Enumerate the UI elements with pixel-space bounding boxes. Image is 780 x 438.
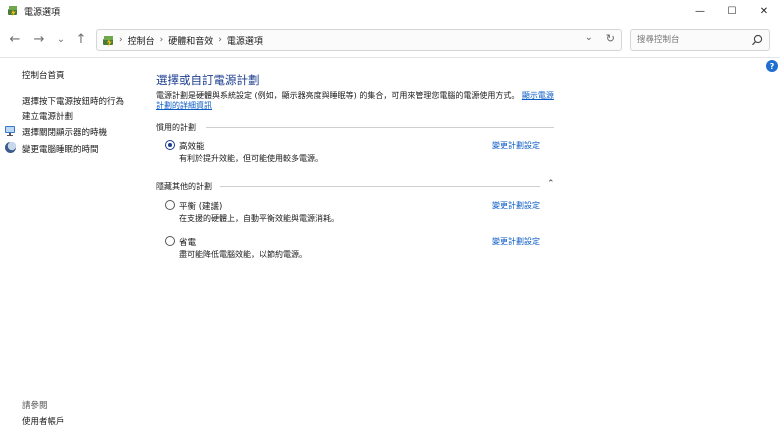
sidebar-link-create-plan[interactable]: 建立電源計劃 — [22, 110, 73, 122]
search-icon[interactable] — [751, 33, 763, 47]
forward-button[interactable]: → — [30, 30, 48, 48]
plan-description: 在支援的硬體上，自動平衡效能與電源消耗。 — [179, 214, 339, 223]
page-description: 電源計劃是硬體與系統設定 (例如，顯示器亮度與睡眠等) 的集合，可用來管理您電腦… — [156, 91, 556, 111]
help-button[interactable]: ? — [766, 60, 778, 72]
plan-radio[interactable] — [165, 236, 175, 246]
see-also-heading: 請參閱 — [22, 401, 48, 411]
plan-description: 盡可能降低電腦效能，以節約電源。 — [179, 250, 307, 259]
control-panel-icon — [103, 36, 113, 47]
plan-radio-selected[interactable] — [165, 140, 175, 150]
change-plan-settings-link[interactable]: 變更計劃設定 — [492, 236, 540, 247]
sidebar-link-power-button[interactable]: 選擇按下電源按鈕時的行為 — [22, 95, 124, 107]
window-title: 電源選項 — [24, 8, 61, 18]
title-bar: 電源選項 — ☐ ✕ — [0, 0, 780, 22]
navigation-bar: ← → ⌄ ↑ › 控制台 › 硬體和音效 › 電源選項 ⌄ ↻ — [0, 22, 780, 58]
change-plan-settings-link[interactable]: 變更計劃設定 — [492, 200, 540, 211]
close-button[interactable]: ✕ — [748, 0, 780, 22]
address-dropdown-icon[interactable]: ⌄ — [585, 32, 593, 43]
sidebar-link-display-off[interactable]: 選擇關閉顯示器的時機 — [22, 126, 107, 138]
sidebar-link-sleep[interactable]: 變更電腦睡眠的時間 — [22, 143, 99, 155]
preferred-plans-divider — [206, 127, 554, 128]
address-bar[interactable]: › 控制台 › 硬體和音效 › 電源選項 ⌄ ↻ — [96, 29, 622, 51]
plan-high-performance[interactable]: 高效能 有利於提升效能，但可能使用較多電源。 變更計劃設定 — [165, 140, 555, 170]
breadcrumb-hardware-sound[interactable]: 硬體和音效 — [168, 34, 213, 47]
display-shield-icon — [5, 126, 15, 136]
plan-radio[interactable] — [165, 200, 175, 210]
search-box[interactable] — [630, 29, 770, 51]
hidden-plans-label: 隱藏其他的計劃 — [156, 182, 212, 191]
breadcrumb-power-options[interactable]: 電源選項 — [227, 34, 263, 47]
up-button[interactable]: ↑ — [72, 30, 90, 48]
preferred-plans-label: 慣用的計劃 — [156, 123, 196, 132]
back-button[interactable]: ← — [6, 30, 24, 48]
power-options-icon — [8, 6, 17, 17]
hidden-plans-divider — [220, 186, 540, 187]
maximize-button[interactable]: ☐ — [716, 0, 748, 22]
plan-description: 有利於提升效能，但可能使用較多電源。 — [179, 154, 323, 163]
change-plan-settings-link[interactable]: 變更計劃設定 — [492, 140, 540, 151]
minimize-button[interactable]: — — [684, 0, 716, 22]
breadcrumb-separator: › — [119, 35, 123, 45]
plan-balanced[interactable]: 平衡 (建議) 在支援的硬體上，自動平衡效能與電源消耗。 變更計劃設定 — [165, 200, 555, 230]
breadcrumb-separator[interactable]: › — [160, 35, 164, 45]
sidebar: 控制台首頁 選擇按下電源按鈕時的行為 建立電源計劃 選擇關閉顯示器的時機 變更電… — [0, 58, 140, 438]
plan-power-saver[interactable]: 省電 盡可能降低電腦效能，以節約電源。 變更計劃設定 — [165, 236, 555, 266]
refresh-icon[interactable]: ↻ — [606, 32, 615, 45]
plan-name: 高效能 — [179, 142, 205, 152]
breadcrumb-control-panel[interactable]: 控制台 — [128, 34, 155, 47]
plan-name: 平衡 (建議) — [179, 202, 223, 212]
breadcrumb: › 控制台 › 硬體和音效 › 電源選項 — [119, 30, 263, 50]
plan-name: 省電 — [179, 238, 197, 248]
see-also-user-accounts-link[interactable]: 使用者帳戶 — [22, 415, 65, 427]
collapse-chevron-icon[interactable]: ⌃ — [547, 179, 555, 189]
recent-locations-button[interactable]: ⌄ — [52, 30, 70, 48]
breadcrumb-separator[interactable]: › — [218, 35, 222, 45]
description-text: 電源計劃是硬體與系統設定 (例如，顯示器亮度與睡眠等) 的集合，可用來管理您電腦… — [156, 91, 520, 100]
search-input[interactable] — [637, 33, 747, 47]
sidebar-home-link[interactable]: 控制台首頁 — [22, 69, 65, 81]
page-title: 選擇或自訂電源計劃 — [156, 73, 260, 87]
sleep-moon-icon — [5, 141, 17, 153]
